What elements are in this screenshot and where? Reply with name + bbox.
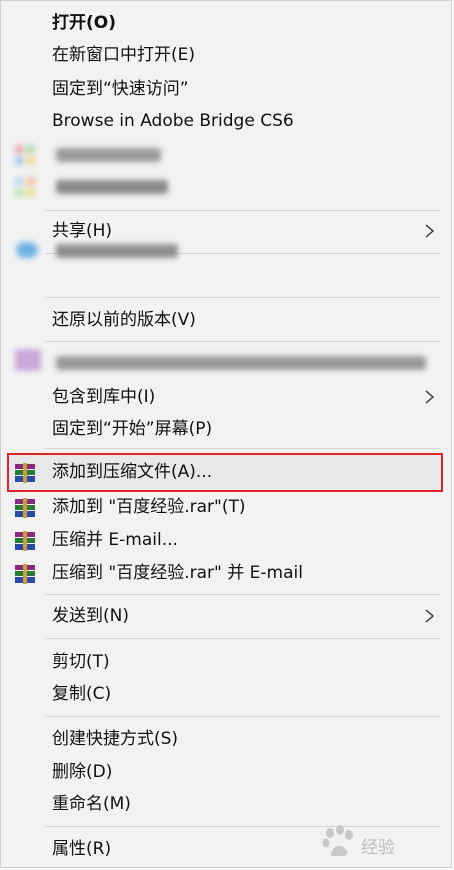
- menu-item-rename-label: 重命名(M): [52, 794, 131, 814]
- menu-item-open-new-window[interactable]: 在新窗口中打开(E): [1, 39, 451, 71]
- menu-item-add-named-rar-label: 添加到 "百度经验.rar"(T): [52, 497, 246, 517]
- menu-item-copy-label: 复制(C): [52, 684, 112, 704]
- menu-item-add-named-rar[interactable]: 添加到 "百度经验.rar"(T): [1, 491, 451, 523]
- winrar-icon: [15, 564, 35, 584]
- menu-item-cut-label: 剪切(T): [52, 652, 110, 672]
- menu-item-blurred-2[interactable]: [1, 171, 451, 203]
- separator: [45, 594, 440, 595]
- menu-item-open-new-window-label: 在新窗口中打开(E): [52, 45, 196, 65]
- menu-item-pin-quick-access[interactable]: 固定到“快速访问”: [1, 73, 451, 105]
- menu-item-compress-email[interactable]: 压缩并 E-mail...: [1, 524, 451, 556]
- blurred-label: [56, 244, 178, 258]
- blurred-label: [56, 356, 426, 370]
- menu-item-restore-versions[interactable]: 还原以前的版本(V): [1, 304, 451, 336]
- context-menu: 打开(O) 在新窗口中打开(E) 固定到“快速访问” Browse in Ado…: [0, 0, 452, 868]
- menu-item-create-shortcut-label: 创建快捷方式(S): [52, 729, 179, 749]
- menu-item-open-label: 打开(O): [52, 13, 116, 33]
- menu-item-copy[interactable]: 复制(C): [1, 678, 451, 710]
- blurred-label: [56, 148, 161, 162]
- separator: [45, 341, 440, 342]
- menu-item-send-to[interactable]: 发送到(N): [1, 600, 451, 632]
- separator: [45, 448, 440, 449]
- menu-item-restore-versions-label: 还原以前的版本(V): [52, 310, 196, 330]
- menu-item-include-library[interactable]: 包含到库中(I): [1, 381, 451, 413]
- baidu-paw-logo: [322, 825, 353, 857]
- winrar-icon: [15, 498, 35, 518]
- blurred-label: [56, 180, 168, 194]
- menu-item-create-shortcut[interactable]: 创建快捷方式(S): [1, 723, 451, 755]
- blurred-app-icon: [15, 177, 37, 197]
- menu-item-include-library-label: 包含到库中(I): [52, 387, 156, 407]
- menu-item-compress-named-email-label: 压缩到 "百度经验.rar" 并 E-mail: [52, 563, 303, 583]
- separator: [45, 716, 440, 717]
- separator: [45, 210, 440, 211]
- blurred-app-icon: [16, 242, 38, 258]
- menu-item-send-to-label: 发送到(N): [52, 606, 129, 626]
- watermark-text: 经验: [361, 838, 395, 858]
- chevron-right-icon: [425, 609, 435, 623]
- separator: [45, 638, 440, 639]
- menu-item-delete[interactable]: 删除(D): [1, 756, 451, 788]
- winrar-icon: [15, 463, 35, 483]
- separator: [45, 297, 440, 298]
- menu-item-add-archive[interactable]: 添加到压缩文件(A)...: [1, 456, 451, 488]
- menu-item-cut[interactable]: 剪切(T): [1, 646, 451, 678]
- chevron-right-icon: [425, 390, 435, 404]
- menu-item-properties-label: 属性(R): [52, 839, 112, 859]
- menu-item-blurred-1[interactable]: [1, 139, 451, 171]
- menu-item-blurred-3[interactable]: [1, 229, 451, 261]
- menu-item-pin-start[interactable]: 固定到“开始”屏幕(P): [1, 413, 451, 445]
- menu-item-browse-bridge[interactable]: Browse in Adobe Bridge CS6: [1, 105, 451, 137]
- blurred-app-icon: [15, 349, 41, 371]
- menu-item-blurred-4[interactable]: [1, 345, 451, 377]
- menu-item-browse-bridge-label: Browse in Adobe Bridge CS6: [52, 111, 294, 131]
- menu-item-open[interactable]: 打开(O): [1, 7, 451, 39]
- menu-item-delete-label: 删除(D): [52, 762, 113, 782]
- menu-item-add-archive-label: 添加到压缩文件(A)...: [52, 462, 213, 482]
- menu-item-compress-email-label: 压缩并 E-mail...: [52, 530, 178, 550]
- blurred-app-icon: [15, 145, 37, 165]
- winrar-icon: [15, 531, 35, 551]
- menu-item-compress-named-email[interactable]: 压缩到 "百度经验.rar" 并 E-mail: [1, 557, 451, 589]
- menu-item-pin-quick-access-label: 固定到“快速访问”: [52, 79, 189, 99]
- baidu-watermark: 经验: [321, 825, 441, 859]
- menu-item-rename[interactable]: 重命名(M): [1, 788, 451, 820]
- menu-item-pin-start-label: 固定到“开始”屏幕(P): [52, 419, 213, 439]
